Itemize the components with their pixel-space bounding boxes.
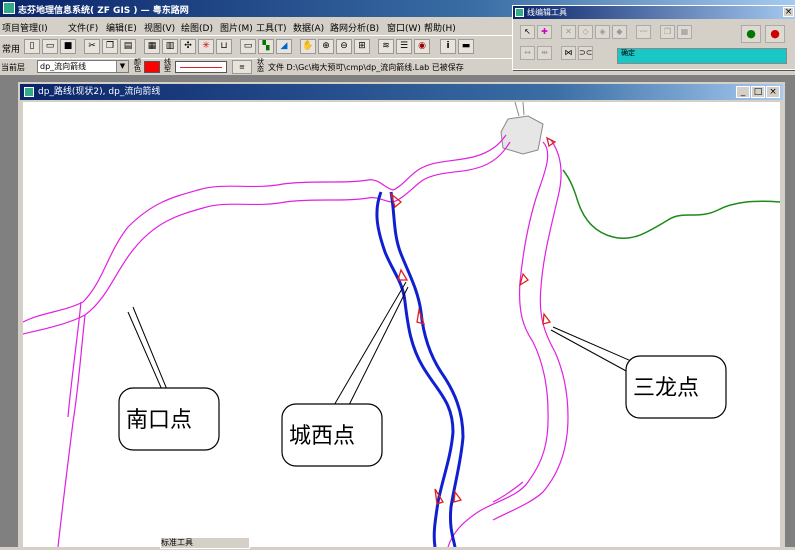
menu-window[interactable]: 窗口(W) xyxy=(387,21,421,34)
merge-icon[interactable]: ⋈ xyxy=(561,46,576,60)
add-node-icon[interactable]: ✚ xyxy=(537,25,552,39)
line-edit-panel: 线编辑工具 × ↖ ✚ ✕ ◇ ◈ ◆ 〰 ❐ ▦ ● ● ↔ ⇹ ⋈ ⊃⊂ 确… xyxy=(512,5,795,70)
trim-line-icon[interactable]: ⇹ xyxy=(537,46,552,60)
status-label: 状态 xyxy=(257,58,264,73)
copy-icon[interactable]: ❐ xyxy=(102,39,118,54)
menu-data[interactable]: 数据(A) xyxy=(293,21,324,34)
window-icon[interactable]: ▭ xyxy=(240,39,256,54)
road-green xyxy=(562,169,781,239)
attribute-table-icon[interactable]: ▦ xyxy=(677,25,692,39)
zoom-out-icon[interactable]: ⊖ xyxy=(336,39,352,54)
info-icon[interactable]: i xyxy=(440,39,456,54)
menu-draw[interactable]: 绘图(D) xyxy=(181,21,213,34)
select-pointer-icon[interactable]: ↖ xyxy=(520,25,535,39)
current-layer-label: 当前层 xyxy=(1,63,25,72)
flow-arrows xyxy=(389,136,557,505)
database-icon[interactable]: ◉ xyxy=(414,39,430,54)
menu-view[interactable]: 视图(V) xyxy=(144,21,175,34)
legend-icon[interactable]: ≋ xyxy=(378,39,394,54)
road-chengxi xyxy=(375,191,465,548)
panel-status-text: 确定 xyxy=(621,49,635,57)
linetype-label: 线型 xyxy=(164,58,171,73)
menu-project[interactable]: 项目管理(I) xyxy=(2,21,48,34)
layer-select-value: dp_流向箭线 xyxy=(40,62,87,71)
layer-select[interactable]: dp_流向箭线 ▼ xyxy=(37,60,129,73)
traffic-light-red-icon[interactable]: ● xyxy=(765,25,785,43)
delete-node-icon[interactable]: ✕ xyxy=(561,25,576,39)
new-file-icon[interactable]: ▯ xyxy=(24,39,40,54)
save-icon[interactable]: ■ xyxy=(60,39,76,54)
callout-nankou-text: 南口点 xyxy=(126,408,192,433)
reshape-icon[interactable]: 〰 xyxy=(636,25,651,39)
chevron-down-icon[interactable]: ▼ xyxy=(116,61,128,72)
menu-picture[interactable]: 图片(M) xyxy=(220,21,253,34)
panel-icon xyxy=(515,8,524,17)
map-window: dp_路线(现状2), dp_流向箭线 _ □ × 南口点 城西点 三龙点 xyxy=(18,82,785,548)
break-icon[interactable]: ⊃⊂ xyxy=(578,46,593,60)
grid-icon[interactable]: ▥ xyxy=(162,39,178,54)
junction-area xyxy=(500,115,544,155)
map-window-title: dp_路线(现状2), dp_流向箭线 xyxy=(38,87,161,97)
table-icon[interactable]: ▦ xyxy=(144,39,160,54)
list-icon[interactable]: ☰ xyxy=(396,39,412,54)
coordinate-icon[interactable]: ≡ xyxy=(232,60,252,74)
color-label: 颜色 xyxy=(134,58,141,73)
app-title: 志芬地理信息系统( ZF GIS ) — 粤东路网 xyxy=(18,6,189,16)
split-line-icon[interactable]: ◈ xyxy=(595,25,610,39)
open-folder-icon[interactable]: ▭ xyxy=(42,39,58,54)
line-edit-panel-title: 线编辑工具 xyxy=(527,8,567,17)
measure-icon[interactable]: ▬ xyxy=(458,39,474,54)
map-window-icon xyxy=(24,87,34,97)
map-canvas[interactable]: 南口点 城西点 三龙点 xyxy=(22,101,781,548)
traffic-light-green-icon[interactable]: ● xyxy=(741,25,761,43)
color-swatch[interactable] xyxy=(144,61,160,73)
star-icon[interactable]: ✳ xyxy=(198,39,214,54)
node-icon[interactable]: ✣ xyxy=(180,39,196,54)
pan-hand-icon[interactable]: ✋ xyxy=(300,39,316,54)
close-icon[interactable]: × xyxy=(766,86,780,98)
app-icon xyxy=(3,2,15,14)
cut-icon[interactable]: ✂ xyxy=(84,39,100,54)
linetype-selector[interactable] xyxy=(175,61,227,73)
maximize-icon[interactable]: □ xyxy=(751,86,765,98)
road-nankou xyxy=(22,134,511,548)
move-node-icon[interactable]: ◇ xyxy=(578,25,593,39)
minimized-toolbar-tab[interactable]: 标准工具 xyxy=(160,537,250,549)
toolbar-label: 常用 xyxy=(2,45,21,55)
join-line-icon[interactable]: ◆ xyxy=(612,25,627,39)
menu-network-analysis[interactable]: 路网分析(B) xyxy=(330,21,379,34)
extend-line-icon[interactable]: ↔ xyxy=(520,46,535,60)
menu-file[interactable]: 文件(F) xyxy=(68,21,98,34)
panel-close-icon[interactable]: × xyxy=(783,7,794,17)
menu-edit[interactable]: 编辑(E) xyxy=(106,21,137,34)
copy-line-icon[interactable]: ❐ xyxy=(660,25,675,39)
callout-chengxi-text: 城西点 xyxy=(289,424,355,449)
minimized-toolbar-label: 标准工具 xyxy=(161,538,193,547)
map-drawing: 南口点 城西点 三龙点 xyxy=(22,101,781,548)
layers-icon[interactable]: ▚ xyxy=(258,39,274,54)
callout-sanlong-text: 三龙点 xyxy=(633,376,699,401)
menu-help[interactable]: 帮助(H) xyxy=(424,21,456,34)
status-text: 文件 D:\Gc\梅大预可\cmp\dp_流向箭线.Lab 已被保存 xyxy=(268,63,464,72)
panel-status-field: 确定 xyxy=(617,48,787,64)
minimize-icon[interactable]: _ xyxy=(736,86,750,98)
paste-icon[interactable]: ▤ xyxy=(120,39,136,54)
shape-icon[interactable]: ⊔ xyxy=(216,39,232,54)
zoom-in-icon[interactable]: ⊕ xyxy=(318,39,334,54)
road-sanlong xyxy=(447,139,569,548)
map-window-title-bar: dp_路线(现状2), dp_流向箭线 _ □ × xyxy=(20,84,783,100)
line-edit-panel-title-bar: 线编辑工具 × xyxy=(513,6,795,19)
menu-tools[interactable]: 工具(T) xyxy=(256,21,287,34)
full-extent-icon[interactable]: ⊞ xyxy=(354,39,370,54)
arrow-tool-icon[interactable]: ◢ xyxy=(276,39,292,54)
